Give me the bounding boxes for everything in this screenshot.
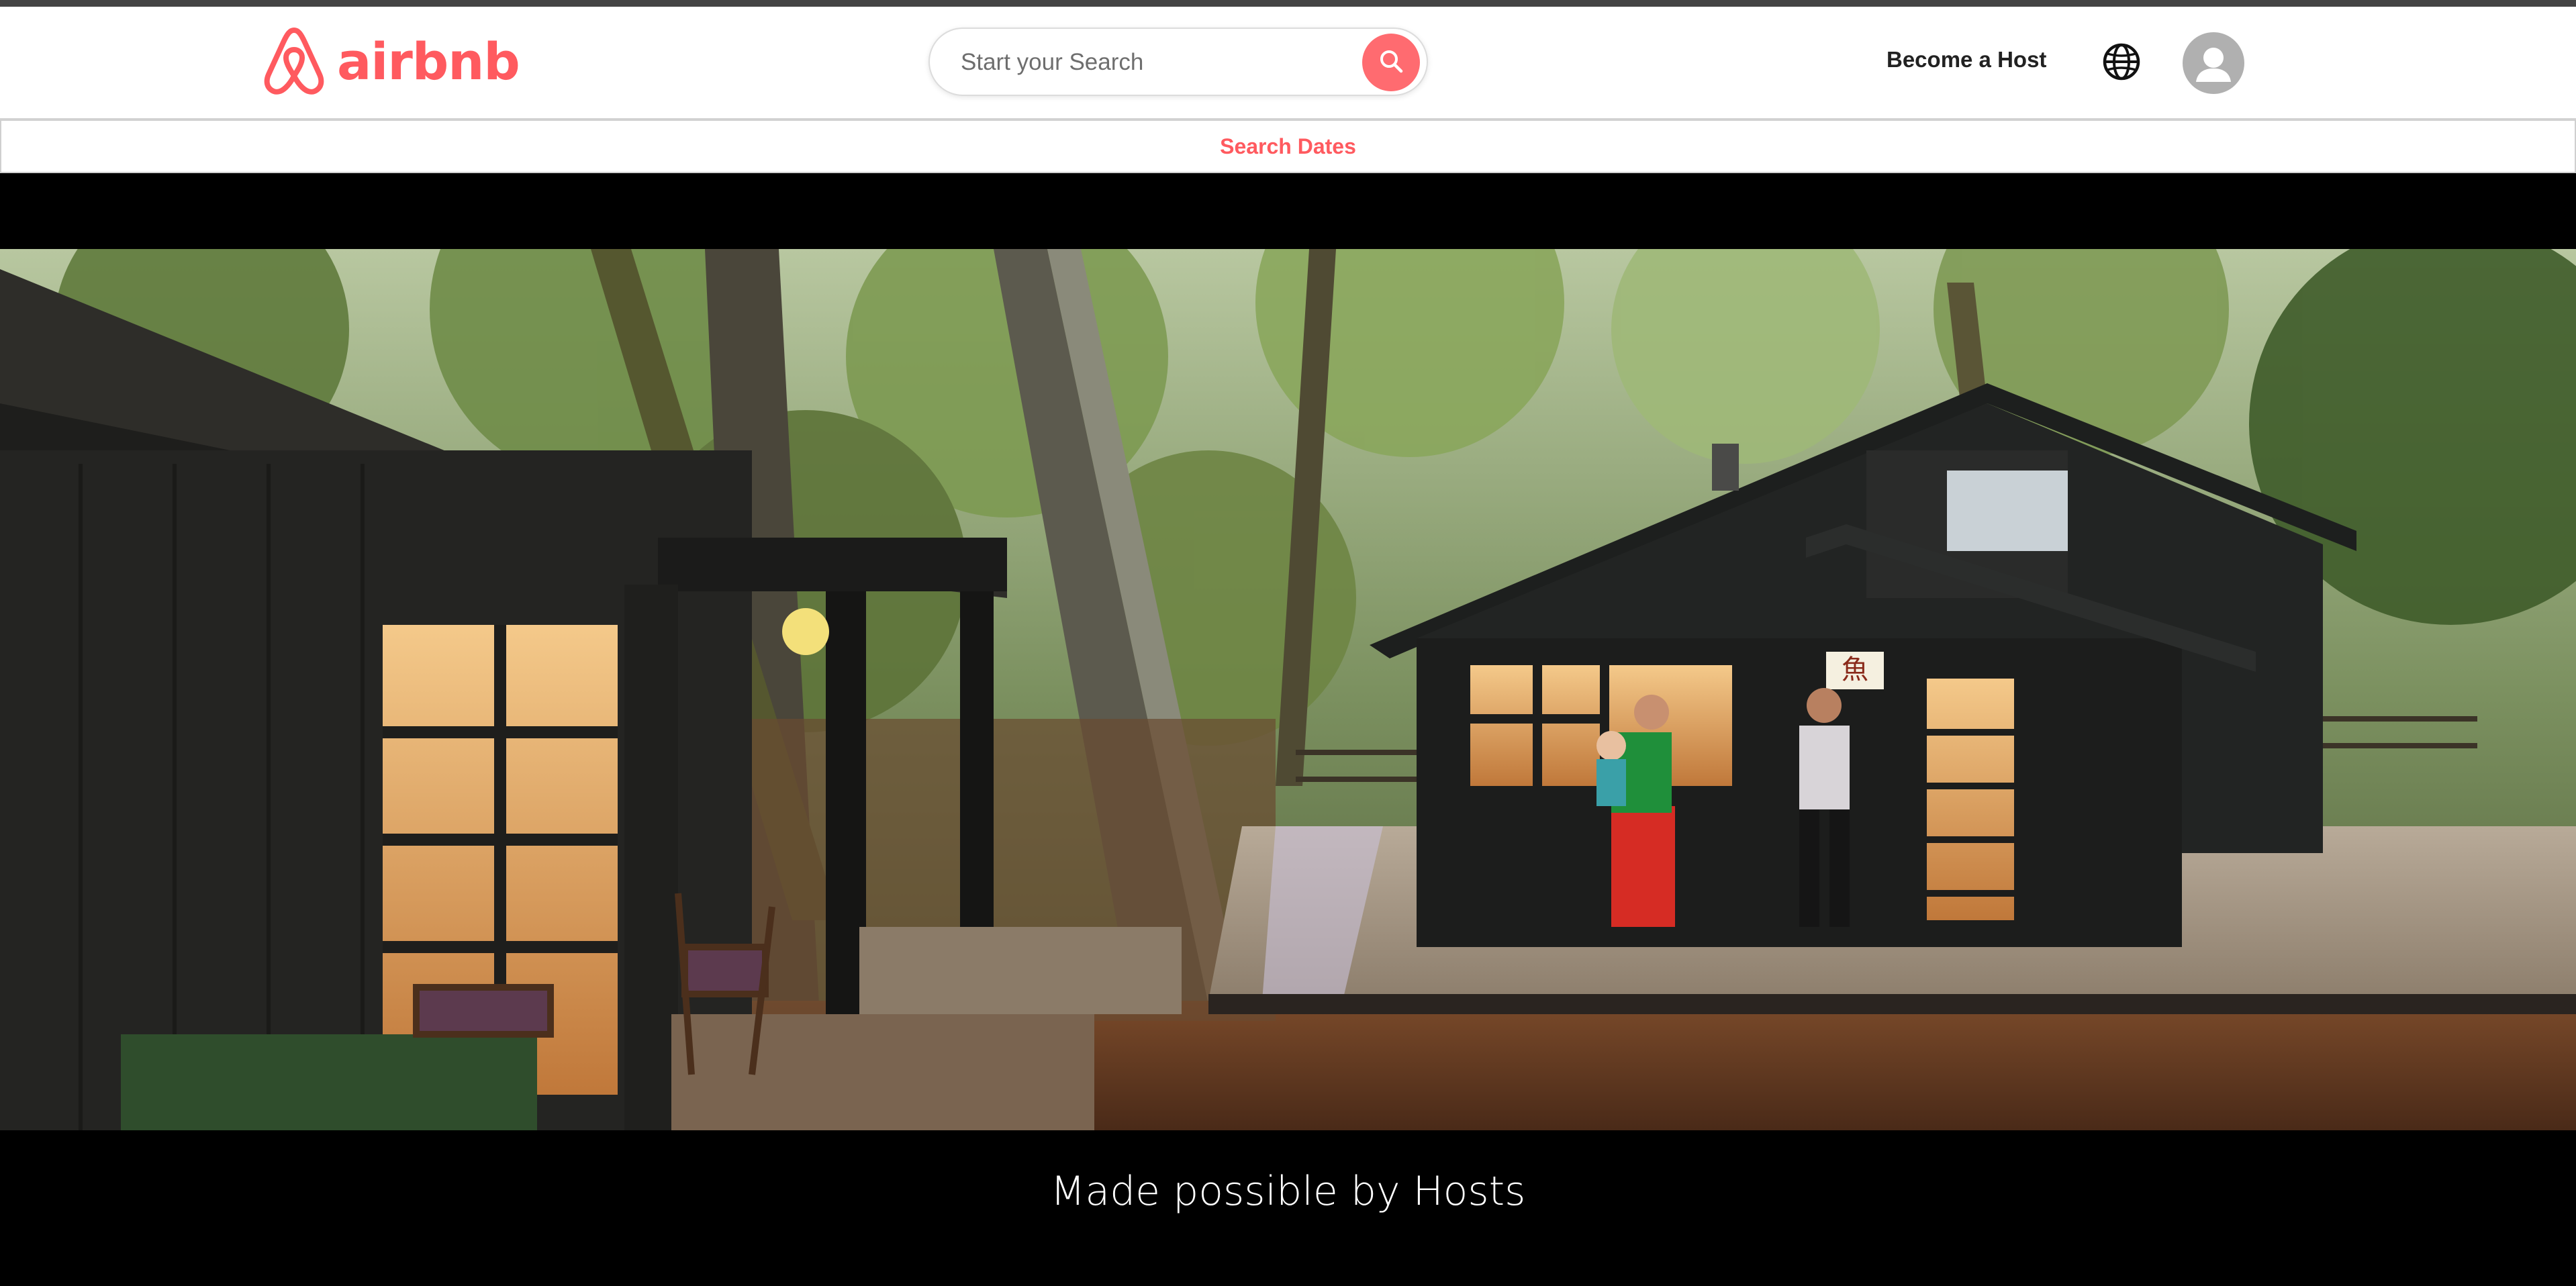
search-input[interactable]	[959, 41, 1325, 84]
search-dates-button[interactable]: Search Dates	[0, 119, 2576, 173]
become-a-host-link[interactable]: Become a Host	[1887, 47, 2046, 72]
search-bar	[928, 28, 1428, 96]
search-dates-label: Search Dates	[1220, 134, 1356, 158]
hero-image: 魚	[0, 249, 2576, 1130]
site-header: airbnb Become a Host	[0, 7, 2576, 119]
search-button[interactable]	[1362, 34, 1420, 91]
svg-text:魚: 魚	[1842, 654, 1868, 685]
brand-wordmark: airbnb	[337, 31, 520, 91]
hero-caption: Made possible by Hosts	[1050, 1168, 1526, 1215]
user-avatar-icon	[2183, 48, 2244, 94]
airbnb-logo[interactable]: airbnb	[260, 24, 520, 98]
browser-top-strip	[0, 0, 2576, 7]
language-globe-button[interactable]	[2101, 42, 2142, 82]
search-icon	[1378, 48, 1404, 78]
globe-icon	[2101, 43, 2142, 85]
user-menu-avatar[interactable]	[2183, 32, 2244, 94]
airbnb-belo-icon	[260, 25, 328, 97]
